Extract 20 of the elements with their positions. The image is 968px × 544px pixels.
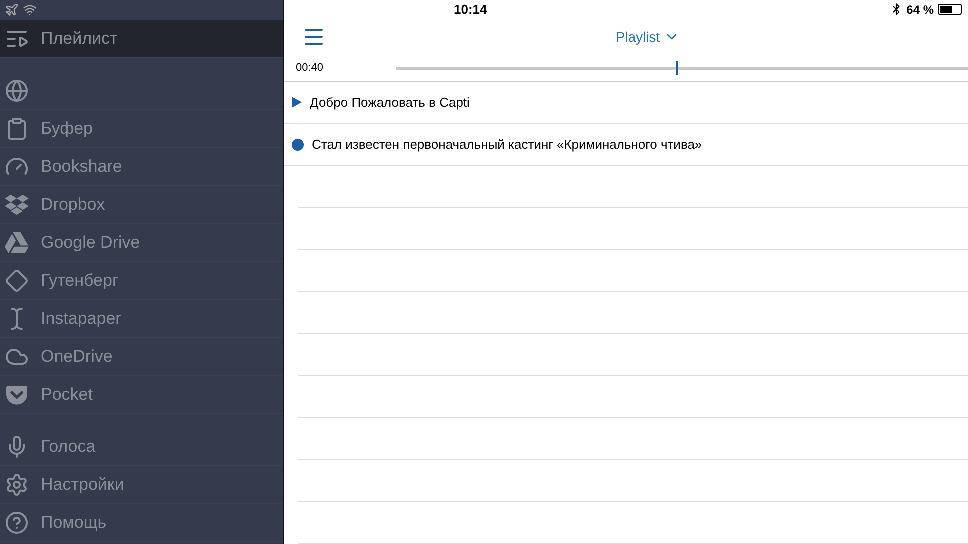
battery-percent: 64 %	[906, 2, 934, 19]
clock: 10:14	[454, 1, 488, 19]
playlist-dropdown[interactable]: Playlist	[616, 26, 680, 48]
settings-icon	[5, 472, 29, 496]
diamond-icon	[5, 268, 29, 292]
playlist-item[interactable]: Стал известен первоначальный кастинг «Криминального чтива»	[284, 124, 968, 166]
airplane-icon	[5, 3, 19, 17]
progress-track[interactable]	[396, 61, 968, 76]
dropbox-icon	[5, 192, 29, 216]
help-icon	[5, 510, 29, 534]
elapsed-time: 00:40	[296, 60, 325, 76]
drive-icon	[5, 230, 29, 254]
wifi-icon	[23, 3, 37, 17]
progress-thumb[interactable]	[676, 61, 678, 76]
battery-icon	[938, 4, 962, 16]
playlist-item[interactable]: Добро Пожаловать в Capti	[284, 82, 968, 124]
clipboard-icon	[5, 116, 29, 140]
play-icon	[292, 97, 302, 108]
sidebar-item[interactable]: Плейлист	[0, 20, 283, 58]
globe-icon	[5, 78, 29, 102]
